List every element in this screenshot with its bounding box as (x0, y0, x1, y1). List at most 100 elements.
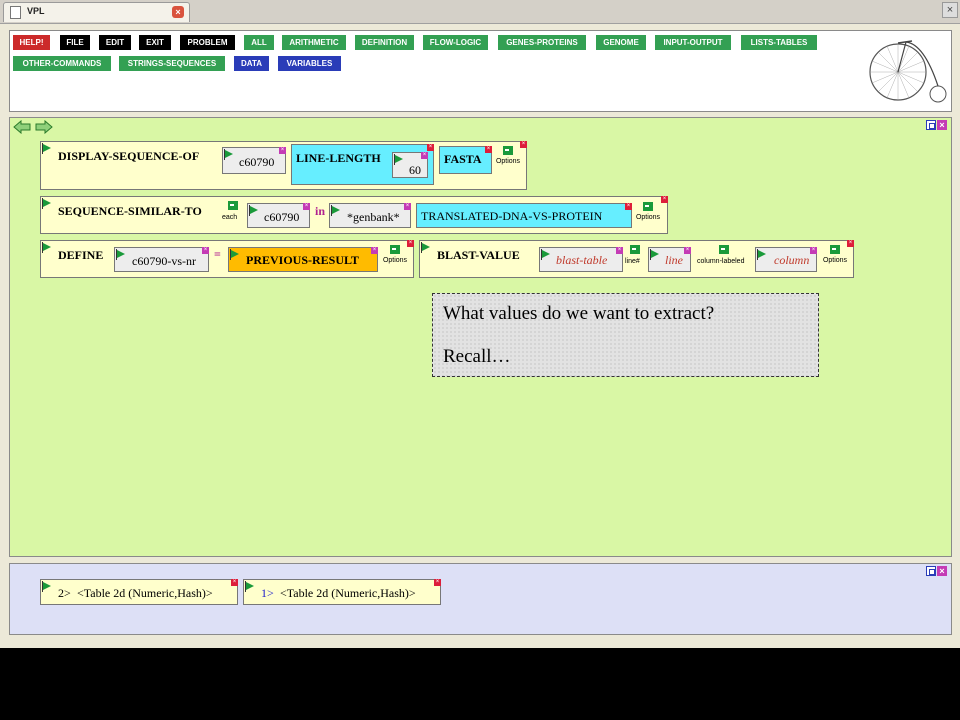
result-remove-icon[interactable]: × (434, 579, 441, 586)
blast-value-keyword: BLAST-VALUE (437, 248, 520, 262)
arg-remove-icon[interactable]: × (371, 247, 378, 254)
block-flag-icon (421, 242, 430, 253)
line-length-value-box[interactable]: × 60 (392, 152, 428, 178)
previous-result-box[interactable]: × PREVIOUS-RESULT (228, 247, 378, 272)
workspace-close-icon[interactable]: × (937, 120, 947, 130)
column-box[interactable]: × column (755, 247, 817, 272)
block-remove-icon[interactable]: × (407, 240, 414, 247)
arg-remove-icon[interactable]: × (279, 147, 286, 154)
program-remove-icon[interactable]: × (625, 203, 632, 210)
column-labeled-arrow-icon[interactable] (719, 245, 729, 254)
define-options-button[interactable]: Options (381, 244, 409, 270)
similar-options-button[interactable]: Options (634, 201, 662, 227)
option-remove-icon[interactable]: × (427, 144, 434, 151)
display-sequence-of-block[interactable]: DISPLAY-SEQUENCE-OF × c60790 LINE-LENGTH… (40, 141, 527, 190)
note-line-2: Recall… (443, 346, 511, 367)
arg-remove-icon[interactable]: × (616, 247, 623, 254)
menu-all-button[interactable]: ALL (244, 35, 274, 50)
vpl-screen: VPL × × HELP! FILE EDIT EXIT PROBLEM ALL… (0, 0, 960, 648)
tab-close-icon[interactable]: × (172, 6, 184, 18)
menu-flow-logic-button[interactable]: FLOW-LOGIC (423, 35, 488, 50)
define-block[interactable]: DEFINE × c60790-vs-nr = × PREVIOUS-RESUL… (40, 240, 414, 278)
block-remove-icon[interactable]: × (661, 196, 668, 203)
arg-remove-icon[interactable]: × (202, 247, 209, 254)
menu-definition-button[interactable]: DEFINITION (355, 35, 414, 50)
menu-exit-button[interactable]: EXIT (139, 35, 171, 50)
value-remove-icon[interactable]: × (421, 152, 428, 159)
menu-data-button[interactable]: DATA (234, 56, 269, 71)
fasta-remove-icon[interactable]: × (485, 146, 492, 153)
menu-other-commands-button[interactable]: OTHER-COMMANDS (13, 56, 111, 71)
result-remove-icon[interactable]: × (231, 579, 238, 586)
arg-remove-icon[interactable]: × (404, 203, 411, 210)
blast-options-button[interactable]: Options (821, 244, 849, 270)
arg-remove-icon[interactable]: × (303, 203, 310, 210)
note-line-1: What values do we want to extract? (443, 303, 715, 324)
menu-help-button[interactable]: HELP! (13, 35, 50, 50)
block-remove-icon[interactable]: × (520, 141, 527, 148)
blast-table-box[interactable]: × blast-table (539, 247, 623, 272)
menu-genes-proteins-button[interactable]: GENES-PROTEINS (498, 35, 586, 50)
menu-arithmetic-button[interactable]: ARITHMETIC (282, 35, 346, 50)
sequence-similar-to-keyword: SEQUENCE-SIMILAR-TO (58, 204, 202, 218)
arg-flag-icon (650, 249, 659, 260)
options-arrow-icon (503, 146, 513, 155)
line-length-option[interactable]: LINE-LENGTH × 60 × (291, 144, 434, 185)
results-minimize-icon[interactable] (926, 566, 936, 576)
arg-flag-icon (230, 249, 239, 260)
menu-lists-tables-button[interactable]: LISTS-TABLES (741, 35, 817, 50)
menu-variables-button[interactable]: VARIABLES (278, 56, 341, 71)
results-panel: × 2> <Table 2d (Numeric,Hash)> × 1> <Tab… (9, 563, 952, 635)
options-arrow-icon (830, 245, 840, 254)
results-close-icon[interactable]: × (937, 566, 947, 576)
arg-flag-icon (541, 249, 550, 260)
each-arrow-icon[interactable] (228, 201, 238, 210)
result-item[interactable]: 1> <Table 2d (Numeric,Hash)> × (243, 579, 441, 605)
forward-arrow-icon[interactable] (35, 120, 53, 134)
arg-flag-icon (757, 249, 766, 260)
fasta-option[interactable]: FASTA × (439, 146, 492, 174)
menu-strings-sequences-button[interactable]: STRINGS-SEQUENCES (119, 56, 225, 71)
back-arrow-icon[interactable] (13, 120, 31, 134)
similar-arg-value: c60790 (264, 210, 300, 224)
database-box[interactable]: × *genbank* (329, 203, 411, 228)
line-number-arrow-icon[interactable] (630, 245, 640, 254)
sequence-similar-to-block[interactable]: SEQUENCE-SIMILAR-TO each × c60790 in × *… (40, 196, 668, 234)
value-flag-icon (394, 154, 403, 165)
result-flag-icon (42, 581, 51, 592)
result-item[interactable]: 2> <Table 2d (Numeric,Hash)> × (40, 579, 238, 605)
menu-edit-button[interactable]: EDIT (99, 35, 131, 50)
menu-file-button[interactable]: FILE (60, 35, 90, 50)
line-box[interactable]: × line (648, 247, 691, 272)
line-number-label: line# (625, 258, 640, 265)
arg-flag-icon (249, 205, 258, 216)
penny-farthing-logo-icon (869, 40, 947, 103)
workspace-minimize-icon[interactable] (926, 120, 936, 130)
results-window-controls: × (926, 566, 948, 576)
block-flag-icon (42, 198, 51, 209)
equals-sign: = (214, 247, 221, 261)
result-text: <Table 2d (Numeric,Hash)> (280, 586, 416, 600)
arg-remove-icon[interactable]: × (684, 247, 691, 254)
blast-value-block[interactable]: BLAST-VALUE × blast-table line# × line c… (419, 240, 854, 278)
tab-vpl[interactable]: VPL × (3, 2, 190, 22)
window-close-icon[interactable]: × (942, 2, 958, 18)
block-remove-icon[interactable]: × (847, 240, 854, 247)
menu-problem-button[interactable]: PROBLEM (180, 35, 235, 50)
previous-result-value: PREVIOUS-RESULT (246, 253, 359, 267)
program-option[interactable]: TRANSLATED-DNA-VS-PROTEIN × (416, 203, 632, 228)
menu-panel: HELP! FILE EDIT EXIT PROBLEM ALL ARITHME… (9, 30, 952, 112)
display-sequence-of-keyword: DISPLAY-SEQUENCE-OF (58, 149, 200, 163)
options-label: Options (382, 257, 408, 264)
workspace-window-controls: × (926, 120, 948, 130)
similar-arg-box[interactable]: × c60790 (247, 203, 310, 228)
menu-genome-button[interactable]: GENOME (596, 35, 646, 50)
arg-remove-icon[interactable]: × (810, 247, 817, 254)
column-labeled-label: column-labeled (697, 258, 745, 265)
each-label: each (222, 214, 238, 221)
menu-input-output-button[interactable]: INPUT-OUTPUT (655, 35, 731, 50)
display-arg-box[interactable]: × c60790 (222, 147, 286, 174)
variable-box[interactable]: × c60790-vs-nr (114, 247, 209, 272)
arg-flag-icon (116, 249, 125, 260)
display-options-button[interactable]: Options (494, 145, 522, 171)
